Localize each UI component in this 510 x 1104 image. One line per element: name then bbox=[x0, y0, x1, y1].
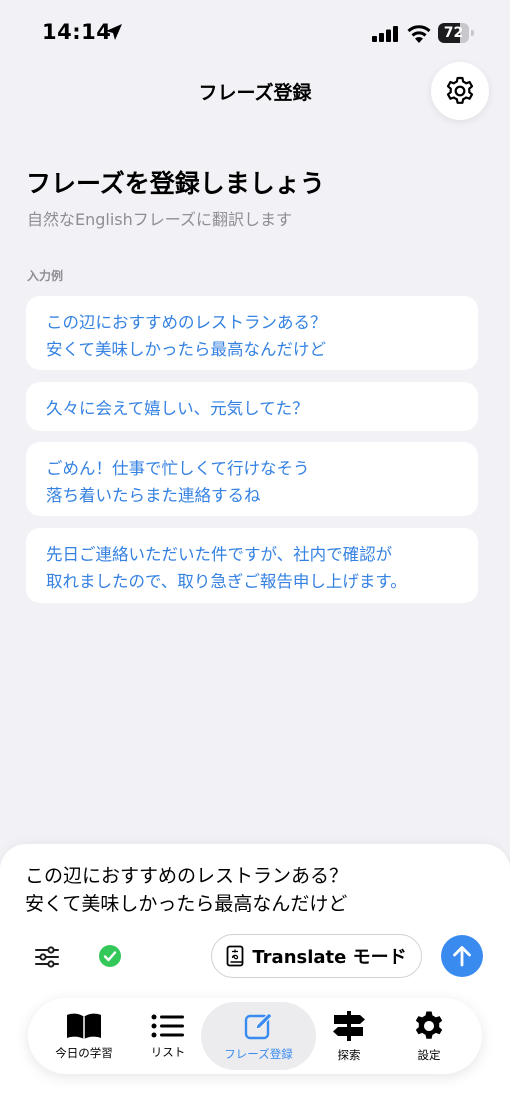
signpost-icon bbox=[333, 1010, 365, 1041]
tab-settings[interactable]: 設定 bbox=[391, 998, 467, 1074]
tab-bar: 今日の学習 リスト フレーズ登録 探索 設定 bbox=[28, 998, 482, 1074]
examples-label: 入力例 bbox=[27, 269, 64, 283]
cellular-signal-icon bbox=[372, 26, 398, 42]
wifi-icon bbox=[407, 25, 431, 43]
edit-icon bbox=[244, 1011, 273, 1039]
tab-label: 設定 bbox=[417, 1047, 441, 1062]
example-card[interactable]: 久々に会えて嬉しい、元気してた？ bbox=[26, 382, 478, 431]
example-card[interactable]: ごめん！仕事で忙しくて行けなそう 落ち着いたらまた連絡するね bbox=[26, 442, 478, 516]
sliders-icon[interactable] bbox=[32, 942, 62, 972]
example-card[interactable]: 先日ご連絡いただいた件ですが、社内で確認が 取れましたので、取り急ぎご報告申し上… bbox=[26, 528, 478, 603]
example-line: ごめん！仕事で忙しくて行けなそう bbox=[46, 459, 310, 478]
tab-label: 今日の学習 bbox=[55, 1045, 113, 1060]
example-line: 取れましたので、取り急ぎご報告申し上げます。 bbox=[46, 572, 407, 591]
tab-label: 探索 bbox=[337, 1047, 361, 1062]
tab-label: フレーズ登録 bbox=[224, 1046, 293, 1061]
battery-percent: 72 bbox=[443, 25, 464, 41]
dictionary-icon bbox=[226, 945, 244, 967]
example-line: 久々に会えて嬉しい、元気してた？ bbox=[46, 399, 309, 418]
translate-mode-button[interactable]: Translate モード bbox=[211, 934, 422, 978]
list-icon bbox=[151, 1014, 184, 1037]
book-icon bbox=[67, 1013, 101, 1039]
tab-today[interactable]: 今日の学習 bbox=[42, 998, 126, 1074]
tab-list[interactable]: リスト bbox=[130, 998, 206, 1074]
translate-mode-label: Translate モード bbox=[252, 947, 407, 968]
example-line: 先日ご連絡いただいた件ですが、社内で確認が bbox=[46, 545, 393, 564]
checkmark-icon bbox=[99, 945, 121, 967]
example-line: 落ち着いたらまた連絡するね bbox=[46, 486, 261, 505]
example-card[interactable]: この辺におすすめのレストランある？ 安くて美味しかったら最高なんだけど bbox=[26, 296, 478, 370]
input-line: 安くて美味しかったら最高なんだけど bbox=[25, 893, 348, 915]
settings-button[interactable] bbox=[431, 62, 489, 120]
battery-indicator: 72 bbox=[438, 23, 474, 43]
section-subheading: 自然なEnglishフレーズに翻訳します bbox=[27, 210, 292, 229]
example-line: この辺におすすめのレストランある？ bbox=[46, 313, 327, 332]
phrase-input[interactable]: この辺におすすめのレストランある？ 安くて美味しかったら最高なんだけど bbox=[25, 862, 348, 918]
send-button[interactable] bbox=[441, 935, 483, 977]
arrow-up-icon bbox=[453, 946, 471, 967]
tab-label: リスト bbox=[150, 1044, 186, 1059]
example-line: 安くて美味しかったら最高なんだけど bbox=[46, 340, 327, 359]
location-arrow-icon bbox=[106, 24, 122, 40]
gear-icon bbox=[446, 76, 474, 104]
tab-explore[interactable]: 探索 bbox=[311, 998, 387, 1074]
status-bar: 14:14 72 bbox=[0, 0, 510, 64]
status-time: 14:14 bbox=[42, 20, 112, 44]
gear-icon bbox=[415, 1011, 443, 1039]
input-line: この辺におすすめのレストランある？ bbox=[25, 865, 349, 887]
section-heading: フレーズを登録しましょう bbox=[26, 169, 325, 198]
tab-phrase-register[interactable]: フレーズ登録 bbox=[201, 1002, 316, 1070]
